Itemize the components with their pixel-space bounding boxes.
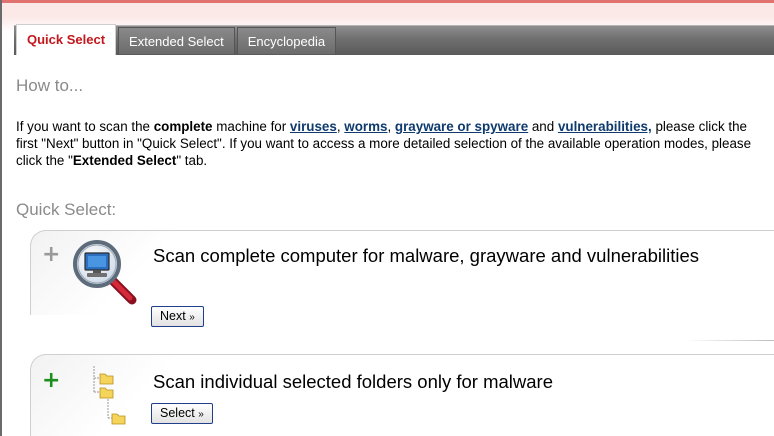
intro-text-part: " tab. xyxy=(176,153,208,168)
intro-text: If you want to scan the complete machine… xyxy=(16,118,768,169)
option-card-folder-scan xyxy=(30,354,774,436)
magnifier-computer-icon xyxy=(66,232,144,312)
intro-text-part: If you want to scan the xyxy=(16,119,154,134)
folder-tree-icon xyxy=(86,362,126,436)
intro-text-part: , xyxy=(387,119,395,134)
tab-encyclopedia[interactable]: Encyclopedia xyxy=(236,27,337,54)
tab-quick-select[interactable]: Quick Select xyxy=(16,24,117,55)
tab-list: Quick Select Extended Select Encyclopedi… xyxy=(16,24,338,55)
intro-text-part: machine for xyxy=(212,119,290,134)
intro-text-part: and xyxy=(528,119,558,134)
plus-icon: + xyxy=(42,242,61,267)
next-button-label: Next xyxy=(160,309,186,323)
select-button[interactable]: Select » xyxy=(151,403,213,424)
link-vulnerabilities[interactable]: vulnerabilities, xyxy=(558,119,652,134)
plus-icon: + xyxy=(42,368,61,393)
howto-heading: How to... xyxy=(16,76,84,95)
option-title-full-scan: Scan complete computer for malware, gray… xyxy=(153,245,700,266)
next-button[interactable]: Next » xyxy=(151,306,204,327)
tab-extended-select[interactable]: Extended Select xyxy=(118,27,235,54)
option-title-folder-scan: Scan individual selected folders only fo… xyxy=(153,371,554,392)
select-button-label: Select xyxy=(160,406,195,420)
link-viruses[interactable]: viruses xyxy=(290,119,337,134)
intro-bold-complete: complete xyxy=(153,119,213,134)
intro-bold-extended-select: Extended Select xyxy=(72,153,177,168)
link-worms[interactable]: worms xyxy=(344,119,387,134)
double-arrow-icon: » xyxy=(198,409,204,420)
quick-select-heading: Quick Select: xyxy=(16,200,117,219)
link-grayware-spyware[interactable]: grayware or spyware xyxy=(395,119,528,134)
double-arrow-icon: » xyxy=(189,312,195,323)
divider xyxy=(684,340,774,341)
